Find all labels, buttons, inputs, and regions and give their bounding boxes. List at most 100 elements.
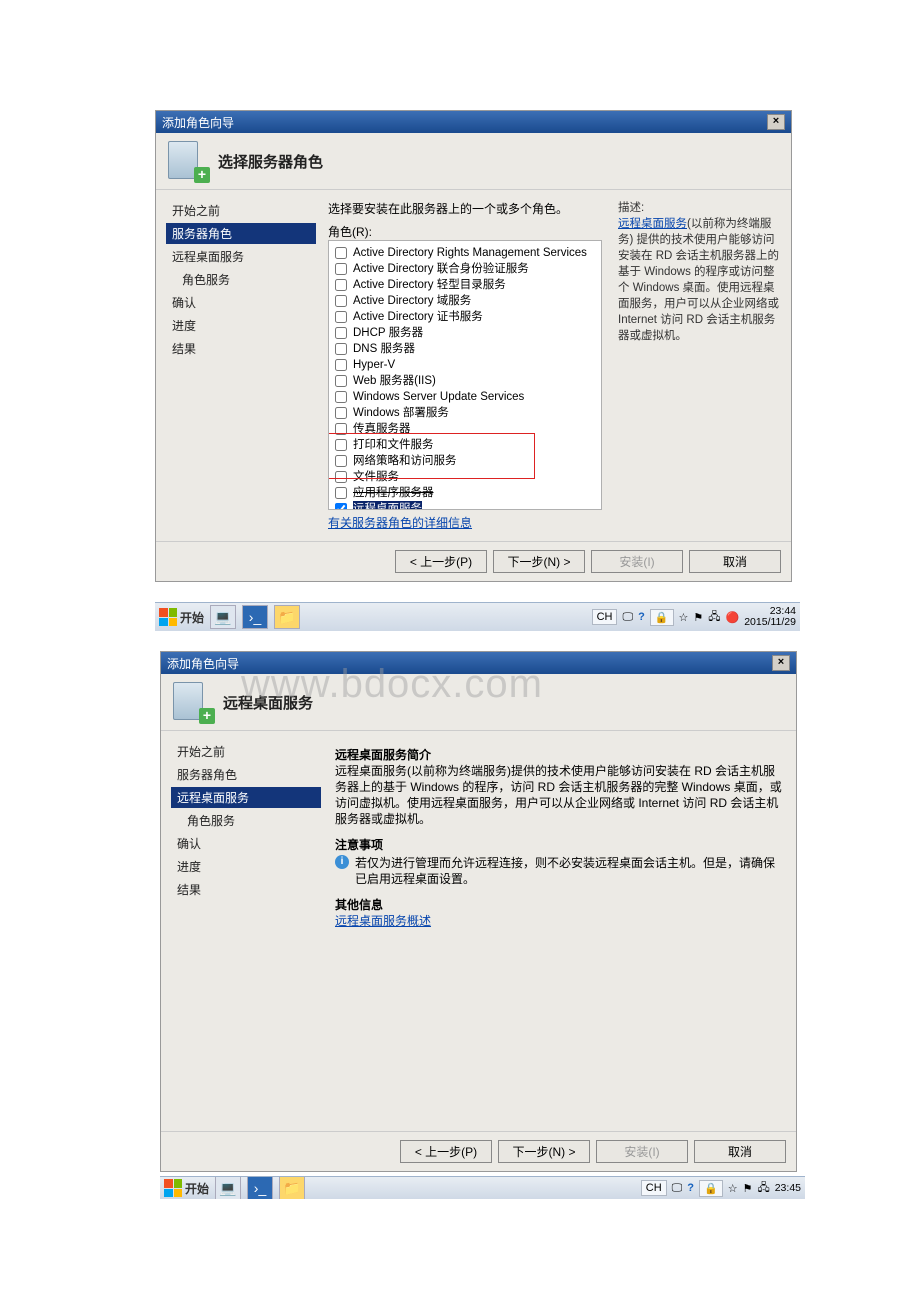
- next-button[interactable]: 下一步(N) >: [493, 550, 585, 573]
- role-label: Active Directory 证书服务: [353, 309, 483, 325]
- role-item[interactable]: DNS 服务器: [335, 341, 595, 357]
- overview-link[interactable]: 远程桌面服务概述: [335, 913, 431, 929]
- next-button[interactable]: 下一步(N) >: [498, 1140, 590, 1163]
- role-checkbox[interactable]: [335, 327, 347, 339]
- nav-rds[interactable]: 远程桌面服务: [166, 246, 316, 267]
- note-text: 若仅为进行管理而允许远程连接，则不必安装远程桌面会话主机。但是，请确保已启用远程…: [355, 855, 782, 887]
- nav-role-services[interactable]: 角色服务: [166, 269, 316, 290]
- wizard-footer: < 上一步(P) 下一步(N) > 安装(I) 取消: [156, 541, 791, 581]
- role-item[interactable]: Hyper-V: [335, 357, 595, 373]
- nav-confirm[interactable]: 确认: [171, 833, 321, 854]
- start-button[interactable]: 开始: [164, 1179, 209, 1197]
- wizard-header: + 远程桌面服务: [161, 674, 796, 731]
- role-item[interactable]: Active Directory 轻型目录服务: [335, 277, 595, 293]
- tray-desktop-icon[interactable]: 🖵: [672, 1182, 683, 1195]
- tray-action-icon[interactable]: 🔴: [726, 611, 740, 624]
- install-button: 安装(I): [591, 550, 683, 573]
- role-checkbox[interactable]: [335, 503, 347, 510]
- role-label: Active Directory 域服务: [353, 293, 471, 309]
- more-info-link[interactable]: 有关服务器角色的详细信息: [328, 514, 472, 531]
- cancel-button[interactable]: 取消: [694, 1140, 786, 1163]
- role-checkbox[interactable]: [335, 375, 347, 387]
- role-item[interactable]: Web 服务器(IIS): [335, 373, 595, 389]
- role-checkbox[interactable]: [335, 311, 347, 323]
- tray-desktop-icon[interactable]: 🖵: [622, 611, 633, 624]
- nav-progress[interactable]: 进度: [166, 315, 316, 336]
- nav-rds[interactable]: 远程桌面服务: [171, 787, 321, 808]
- nav-before-begin[interactable]: 开始之前: [166, 200, 316, 221]
- prompt-text: 选择要安装在此服务器上的一个或多个角色。: [328, 200, 602, 217]
- role-item[interactable]: Active Directory Rights Management Servi…: [335, 245, 595, 261]
- wizard-nav: 开始之前 服务器角色 远程桌面服务 角色服务 确认 进度 结果: [161, 731, 321, 1131]
- nav-server-roles[interactable]: 服务器角色: [166, 223, 316, 244]
- nav-progress[interactable]: 进度: [171, 856, 321, 877]
- server-manager-icon[interactable]: 💻: [215, 1176, 241, 1199]
- clock[interactable]: 23:45: [775, 1183, 801, 1194]
- titlebar[interactable]: 添加角色向导 ×: [156, 111, 791, 133]
- ime-indicator[interactable]: CH: [641, 1180, 667, 1196]
- wizard-footer: < 上一步(P) 下一步(N) > 安装(I) 取消: [161, 1131, 796, 1171]
- tray-sound-icon[interactable]: ☆: [679, 611, 689, 624]
- role-item[interactable]: Active Directory 联合身份验证服务: [335, 261, 595, 277]
- titlebar[interactable]: 添加角色向导 ×: [161, 652, 796, 674]
- tray-help-icon[interactable]: ?: [638, 611, 645, 623]
- ime-indicator[interactable]: CH: [592, 609, 618, 625]
- role-checkbox[interactable]: [335, 359, 347, 371]
- role-checkbox[interactable]: [335, 487, 347, 499]
- role-label: Windows Server Update Services: [353, 389, 524, 405]
- tray-flag-icon[interactable]: ⚑: [743, 1182, 753, 1195]
- tray-security-icon[interactable]: 🔒: [699, 1180, 723, 1197]
- cancel-button[interactable]: 取消: [689, 550, 781, 573]
- role-checkbox[interactable]: [335, 407, 347, 419]
- role-checkbox[interactable]: [335, 263, 347, 275]
- prev-button[interactable]: < 上一步(P): [400, 1140, 492, 1163]
- tray-security-icon[interactable]: 🔒: [650, 609, 674, 626]
- clock[interactable]: 23:44 2015/11/29: [744, 606, 796, 628]
- nav-server-roles[interactable]: 服务器角色: [171, 764, 321, 785]
- intro-title: 远程桌面服务简介: [335, 747, 782, 763]
- role-checkbox[interactable]: [335, 295, 347, 307]
- role-item[interactable]: Windows Server Update Services: [335, 389, 595, 405]
- role-label: Active Directory Rights Management Servi…: [353, 245, 587, 261]
- wizard-nav: 开始之前 服务器角色 远程桌面服务 角色服务 确认 进度 结果: [156, 190, 316, 541]
- prev-button[interactable]: < 上一步(P): [395, 550, 487, 573]
- nav-before-begin[interactable]: 开始之前: [171, 741, 321, 762]
- nav-confirm[interactable]: 确认: [166, 292, 316, 313]
- role-item[interactable]: Windows 部署服务: [335, 405, 595, 421]
- powershell-icon[interactable]: ›_: [247, 1176, 273, 1199]
- nav-results[interactable]: 结果: [166, 338, 316, 359]
- role-item[interactable]: DHCP 服务器: [335, 325, 595, 341]
- nav-results[interactable]: 结果: [171, 879, 321, 900]
- role-label: DHCP 服务器: [353, 325, 423, 341]
- explorer-icon[interactable]: 📁: [274, 605, 300, 629]
- role-item[interactable]: 应用程序服务器: [335, 485, 595, 501]
- windows-logo-icon: [164, 1179, 182, 1197]
- role-checkbox[interactable]: [335, 247, 347, 259]
- role-label: 应用程序服务器: [353, 485, 434, 501]
- intro-text: 远程桌面服务(以前称为终端服务)提供的技术使用户能够访问安装在 RD 会话主机服…: [335, 763, 782, 827]
- window-title: 添加角色向导: [167, 655, 239, 672]
- tray-help-icon[interactable]: ?: [687, 1182, 694, 1194]
- roles-listbox[interactable]: Active Directory Rights Management Servi…: [328, 240, 602, 510]
- role-checkbox[interactable]: [335, 279, 347, 291]
- close-icon[interactable]: ×: [767, 114, 785, 130]
- powershell-icon[interactable]: ›_: [242, 605, 268, 629]
- tray-sound-icon[interactable]: ☆: [728, 1182, 738, 1195]
- role-checkbox[interactable]: [335, 391, 347, 403]
- role-label: DNS 服务器: [353, 341, 415, 357]
- nav-role-services[interactable]: 角色服务: [171, 810, 321, 831]
- role-item[interactable]: Active Directory 证书服务: [335, 309, 595, 325]
- wizard-window-2: www.bdocx.com 添加角色向导 × + 远程桌面服务 开始之前 服务器…: [160, 651, 797, 1172]
- server-manager-icon[interactable]: 💻: [210, 605, 236, 629]
- start-button[interactable]: 开始: [159, 608, 204, 626]
- close-icon[interactable]: ×: [772, 655, 790, 671]
- tray-network-icon[interactable]: 🖧: [757, 1179, 769, 1198]
- role-checkbox[interactable]: [335, 343, 347, 355]
- tray-flag-icon[interactable]: ⚑: [693, 611, 703, 624]
- role-item[interactable]: Active Directory 域服务: [335, 293, 595, 309]
- role-label: Hyper-V: [353, 357, 395, 373]
- desc-link[interactable]: 远程桌面服务: [618, 218, 687, 230]
- role-item[interactable]: 远程桌面服务: [335, 501, 595, 510]
- explorer-icon[interactable]: 📁: [279, 1176, 305, 1199]
- tray-network-icon[interactable]: 🖧: [708, 608, 720, 627]
